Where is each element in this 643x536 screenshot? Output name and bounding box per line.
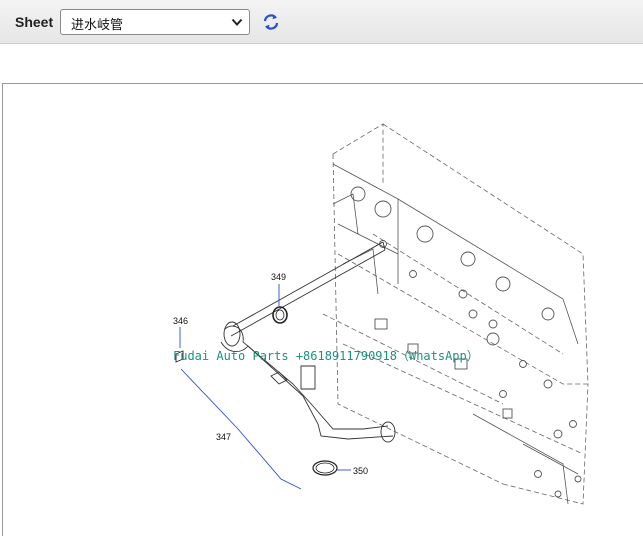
toolbar: Sheet 进水岐管 [0,0,643,44]
callout-346[interactable]: 346 [173,316,188,326]
refresh-icon[interactable] [261,12,281,32]
toolbar-spacer [0,44,643,83]
callout-349[interactable]: 349 [271,272,286,282]
sheet-select[interactable]: 进水岐管 [60,9,250,35]
sheet-select-value: 进水岐管 [71,18,124,33]
callout-350[interactable]: 350 [353,466,368,476]
sheet-label: Sheet [15,14,54,30]
parts-diagram [175,123,589,505]
seal-ring [272,306,288,324]
watermark-text: Fudai Auto Parts +8618911790918（WhatsApp… [173,349,479,363]
drawing-canvas[interactable]: Fudai Auto Parts +8618911790918（WhatsApp… [2,83,643,536]
chevron-down-icon [231,18,243,26]
callout-347[interactable]: 347 [216,432,231,442]
